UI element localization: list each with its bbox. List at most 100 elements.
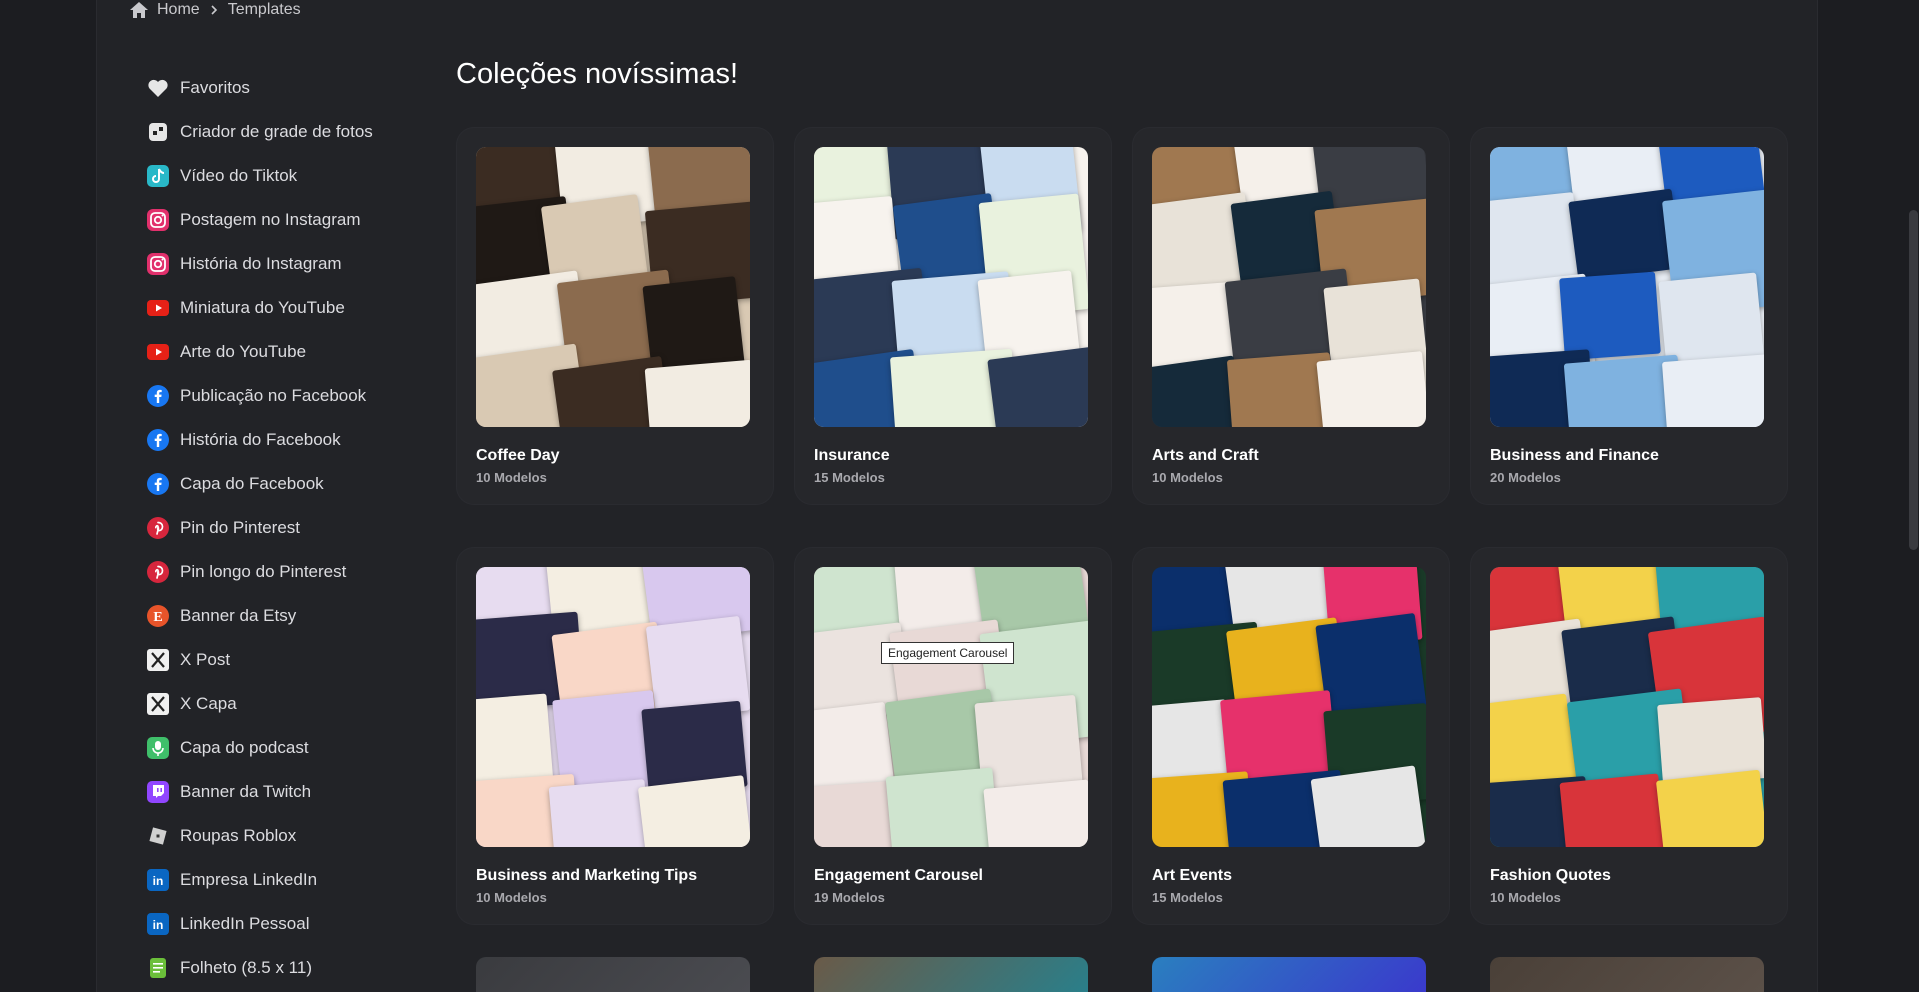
sidebar-item-pin-longo-do-pinterest[interactable]: Pin longo do Pinterest [146, 550, 446, 594]
sidebar-item-historia-do-facebook[interactable]: História do Facebook [146, 418, 446, 462]
collection-card-coffee-day[interactable]: Coffee Day 10 Modelos [456, 127, 774, 505]
collection-title[interactable]: Coffee Day [476, 447, 560, 465]
collection-thumbnail[interactable] [1490, 567, 1764, 847]
sidebar-item-label: Pin longo do Pinterest [180, 562, 347, 581]
etsy-icon: E [146, 604, 170, 628]
collection-thumbnail[interactable] [814, 147, 1088, 427]
roblox-icon [146, 824, 170, 848]
sidebar-item-label: Publicação no Facebook [180, 386, 367, 405]
sidebar-item-label: X Post [180, 650, 231, 669]
template-preview-tile [1311, 765, 1426, 847]
template-preview-tile [1559, 271, 1662, 361]
sidebar-item-label: Roupas Roblox [180, 826, 297, 845]
microphone-icon [146, 736, 170, 760]
scrollbar[interactable] [1908, 0, 1919, 992]
collection-thumbnail-partial[interactable] [476, 957, 750, 992]
scrollbar-thumb[interactable] [1909, 210, 1918, 550]
sidebar-item-historia-do-instagram[interactable]: História do Instagram [146, 242, 446, 286]
collection-card-engagement-carousel[interactable]: Engagement Carousel 19 Modelos [794, 547, 1112, 925]
sidebar-item-label: História do Facebook [180, 430, 341, 449]
collection-title[interactable]: Insurance [814, 447, 890, 465]
collection-thumbnail[interactable] [814, 567, 1088, 847]
sidebar-item-label: Miniatura do YouTube [180, 298, 345, 317]
facebook-icon [146, 428, 170, 452]
sidebar-item-roupas-roblox[interactable]: Roupas Roblox [146, 814, 446, 858]
sidebar-item-video-do-tiktok[interactable]: Vídeo do Tiktok [146, 154, 446, 198]
linkedin-icon: in [146, 912, 170, 936]
sidebar-item-label: Capa do Facebook [180, 474, 324, 493]
chevron-right-icon [208, 4, 220, 16]
collection-count: 19 Modelos [814, 890, 885, 905]
collection-count: 15 Modelos [814, 470, 885, 485]
youtube-icon [146, 296, 170, 320]
collection-count: 10 Modelos [476, 890, 547, 905]
collection-card-business-and-finance[interactable]: Business and Finance 20 Modelos [1470, 127, 1788, 505]
sidebar-item-linkedin-pessoal[interactable]: in LinkedIn Pessoal [146, 902, 446, 946]
home-icon[interactable] [129, 1, 149, 19]
collection-title[interactable]: Art Events [1152, 867, 1232, 885]
sidebar-item-banner-da-etsy[interactable]: E Banner da Etsy [146, 594, 446, 638]
sidebar-item-pin-do-pinterest[interactable]: Pin do Pinterest [146, 506, 446, 550]
sidebar-item-banner-da-twitch[interactable]: Banner da Twitch [146, 770, 446, 814]
collection-thumbnail[interactable] [1152, 567, 1426, 847]
template-preview-tile [1661, 354, 1764, 427]
tiktok-icon [146, 164, 170, 188]
sidebar-item-x-post[interactable]: X Post [146, 638, 446, 682]
collection-card-art-events[interactable]: Art Events 15 Modelos [1132, 547, 1450, 925]
template-preview-tile [986, 346, 1088, 427]
sidebar-item-miniatura-do-youtube[interactable]: Miniatura do YouTube [146, 286, 446, 330]
heart-icon [146, 76, 170, 100]
svg-text:in: in [153, 874, 164, 888]
sidebar-item-x-capa[interactable]: X Capa [146, 682, 446, 726]
breadcrumb: Home Templates [129, 0, 301, 20]
sidebar-item-empresa-linkedin[interactable]: in Empresa LinkedIn [146, 858, 446, 902]
sidebar-item-label: Arte do YouTube [180, 342, 307, 361]
sidebar-item-criador-de-grade-de-fotos[interactable]: Criador de grade de fotos [146, 110, 446, 154]
collection-thumbnail-partial[interactable] [1152, 957, 1426, 992]
collection-thumbnail[interactable] [1152, 147, 1426, 427]
collection-count: 10 Modelos [476, 470, 547, 485]
collection-title[interactable]: Arts and Craft [1152, 447, 1259, 465]
instagram-icon [146, 208, 170, 232]
sidebar-item-label: Postagem no Instagram [180, 210, 361, 229]
svg-text:E: E [153, 610, 162, 625]
sidebar-item-label: Empresa LinkedIn [180, 870, 318, 889]
collection-title[interactable]: Business and Marketing Tips [476, 867, 697, 885]
collection-thumbnail[interactable] [476, 567, 750, 847]
linkedin-icon: in [146, 868, 170, 892]
collection-title[interactable]: Fashion Quotes [1490, 867, 1611, 885]
flyer-icon [146, 956, 170, 980]
pinterest-icon [146, 560, 170, 584]
sidebar-item-label: Capa do podcast [180, 738, 309, 757]
collection-card-business-and-marketing-tips[interactable]: Business and Marketing Tips 10 Modelos [456, 547, 774, 925]
collection-card-arts-and-craft[interactable]: Arts and Craft 10 Modelos [1132, 127, 1450, 505]
template-preview-tile [1315, 350, 1426, 427]
sidebar-item-label: Banner da Etsy [180, 606, 297, 625]
collection-thumbnail-partial[interactable] [1490, 957, 1764, 992]
sidebar: Favoritos Criador de grade de fotos Vídeo … [146, 66, 446, 990]
sidebar-item-label: Favoritos [180, 78, 250, 97]
sidebar-item-postagem-no-instagram[interactable]: Postagem no Instagram [146, 198, 446, 242]
template-preview-tile [548, 778, 653, 847]
collection-card-insurance[interactable]: Insurance 15 Modelos [794, 127, 1112, 505]
collection-thumbnail[interactable] [1490, 147, 1764, 427]
sidebar-item-capa-do-podcast[interactable]: Capa do podcast [146, 726, 446, 770]
collection-count: 10 Modelos [1490, 890, 1561, 905]
breadcrumb-home-link[interactable]: Home [157, 1, 200, 19]
sidebar-item-label: Pin do Pinterest [180, 518, 301, 537]
template-preview-tile [476, 693, 554, 790]
collection-count: 15 Modelos [1152, 890, 1223, 905]
template-preview-tile [1559, 773, 1668, 847]
collection-thumbnail[interactable] [476, 147, 750, 427]
sidebar-item-folheto-8-5-x-11[interactable]: Folheto (8.5 x 11) [146, 946, 446, 990]
sidebar-item-capa-do-facebook[interactable]: Capa do Facebook [146, 462, 446, 506]
collection-title[interactable]: Business and Finance [1490, 447, 1659, 465]
collection-title[interactable]: Engagement Carousel [814, 867, 983, 885]
sidebar-item-favoritos[interactable]: Favoritos [146, 66, 446, 110]
collection-thumbnail-partial[interactable] [814, 957, 1088, 992]
collection-card-fashion-quotes[interactable]: Fashion Quotes 10 Modelos [1470, 547, 1788, 925]
sidebar-item-publicacao-no-facebook[interactable]: Publicação no Facebook [146, 374, 446, 418]
youtube-icon [146, 340, 170, 364]
sidebar-item-arte-do-youtube[interactable]: Arte do YouTube [146, 330, 446, 374]
x-icon [146, 692, 170, 716]
